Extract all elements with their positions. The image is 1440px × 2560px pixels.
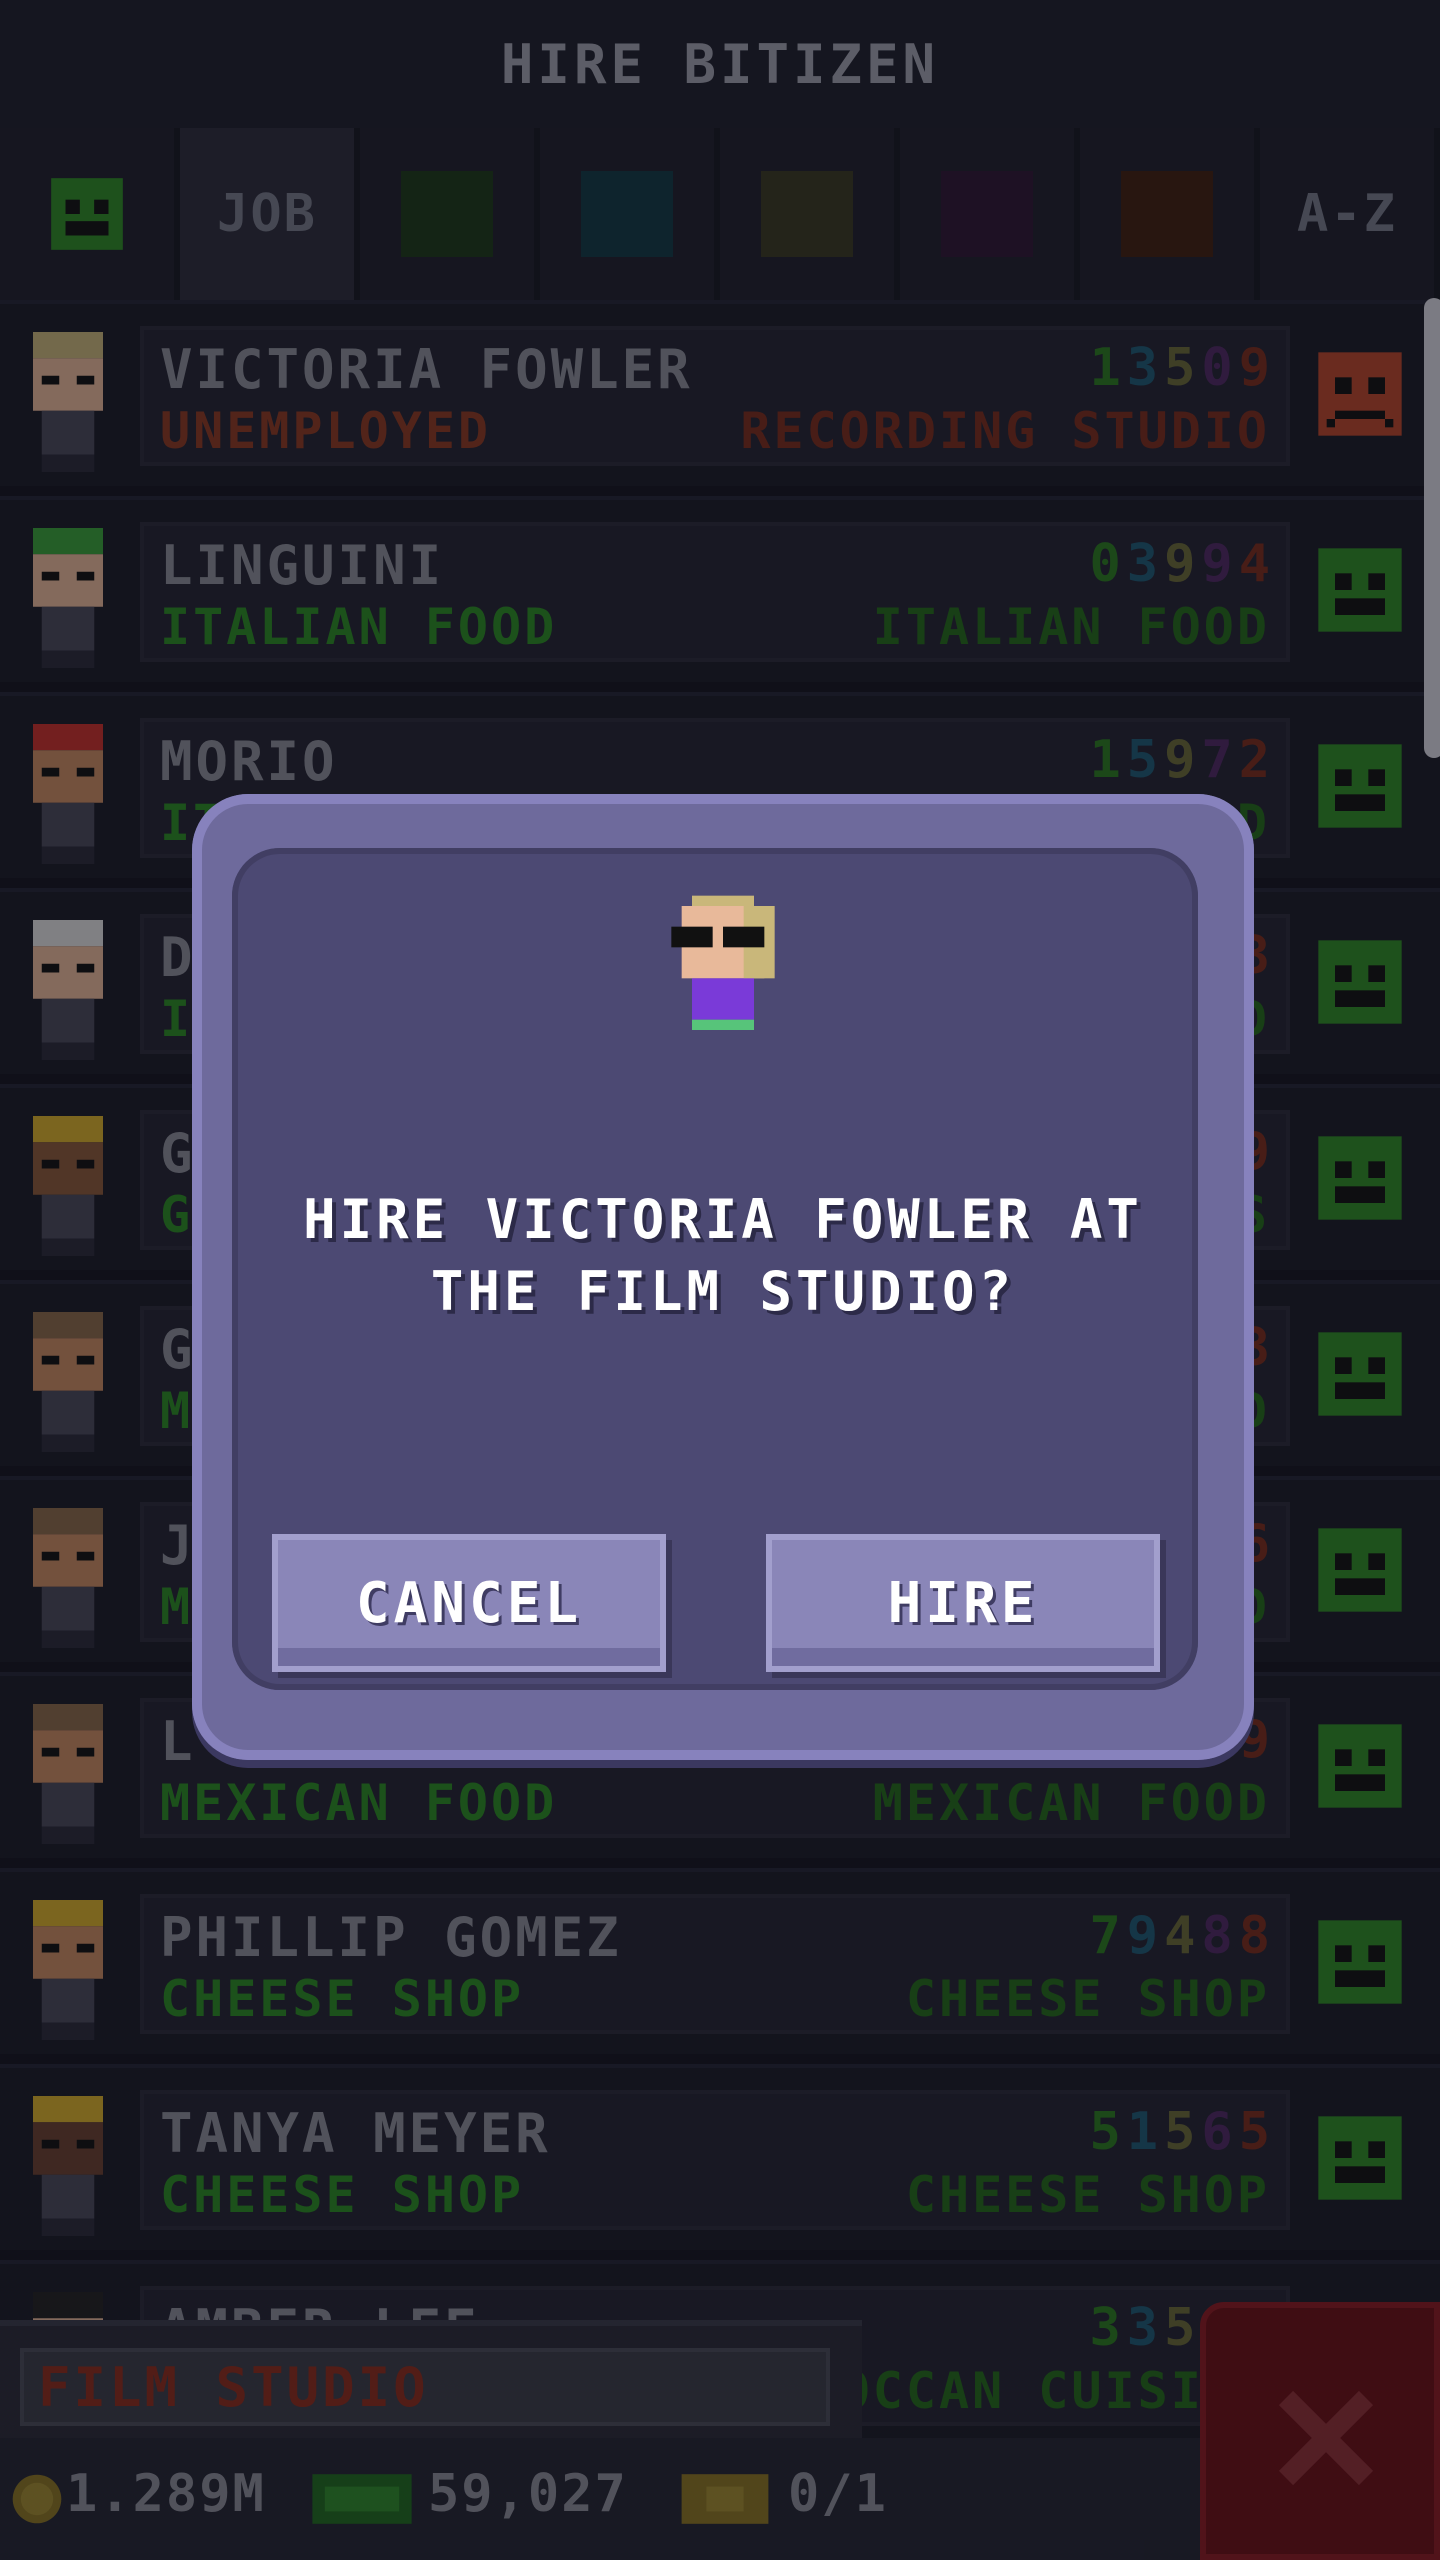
dialog-question-line1: HIRE VICTORIA FOWLER AT [303,1188,1143,1251]
dialog-question: HIRE VICTORIA FOWLER AT THE FILM STUDIO? [252,1184,1194,1328]
hire-button[interactable]: HIRE [766,1534,1160,1672]
hire-confirm-dialog: HIRE VICTORIA FOWLER AT THE FILM STUDIO?… [192,794,1254,1760]
dialog-question-line2: THE FILM STUDIO? [430,1260,1016,1323]
cancel-button[interactable]: CANCEL [272,1534,666,1672]
resident-portrait [671,895,775,1030]
